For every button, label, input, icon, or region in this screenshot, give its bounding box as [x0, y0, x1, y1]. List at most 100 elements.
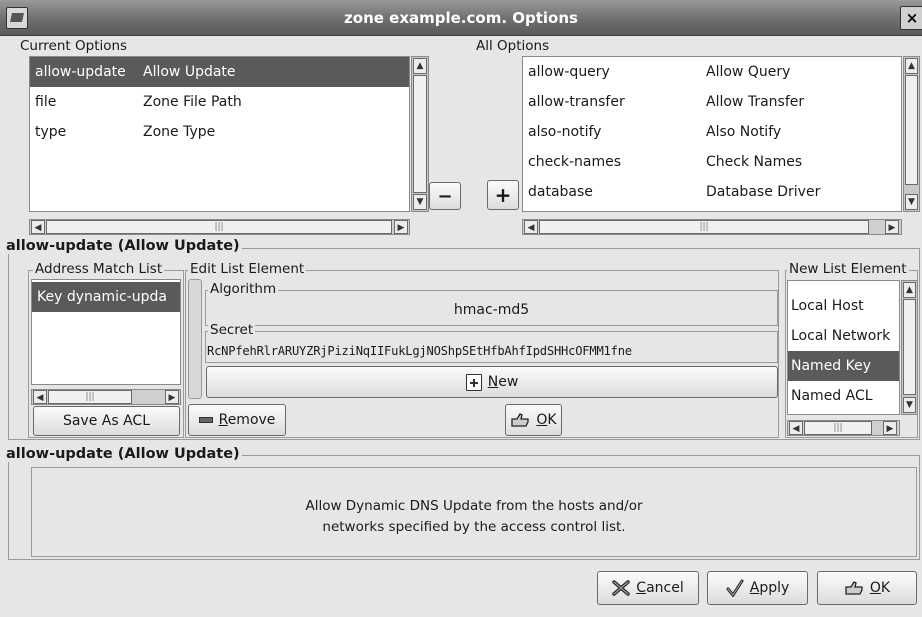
scroll-thumb[interactable]: [905, 75, 918, 185]
plus-icon: +: [494, 183, 512, 207]
list-item[interactable]: Named ACL: [788, 381, 899, 411]
address-match-label: Address Match List: [33, 261, 165, 277]
option-name: allow-update: [35, 64, 126, 80]
cancel-mnemonic: C: [636, 580, 647, 596]
new-button[interactable]: New: [206, 366, 778, 398]
list-item[interactable]: allow-query Allow Query: [523, 57, 901, 87]
option-desc: Database Driver: [706, 184, 821, 200]
option-editor-title: allow-update (Allow Update): [4, 238, 242, 254]
edit-element-separator: [188, 279, 202, 399]
all-options-hscrollbar[interactable]: ◀ ||| ▶: [522, 219, 902, 235]
new-element-vscrollbar[interactable]: ▲ ▼: [901, 280, 918, 415]
cancel-label: ancel: [646, 580, 684, 596]
remove-option-button[interactable]: −: [429, 182, 461, 210]
add-option-button[interactable]: +: [487, 180, 519, 210]
apply-button[interactable]: Apply: [707, 571, 808, 605]
all-options-list[interactable]: allow-query Allow Query allow-transfer A…: [522, 56, 902, 212]
new-element-hscrollbar[interactable]: ◀ ||| ▶: [787, 420, 900, 436]
scroll-thumb[interactable]: |||: [539, 220, 869, 234]
list-item[interactable]: Local Host: [788, 291, 899, 321]
scroll-left-icon[interactable]: ◀: [789, 421, 803, 435]
option-name: file: [35, 94, 57, 110]
scroll-thumb[interactable]: |||: [48, 390, 132, 404]
new-mnemonic: N: [487, 374, 499, 390]
remove-mnemonic: R: [218, 412, 228, 428]
scroll-up-icon[interactable]: ▲: [905, 58, 918, 74]
all-options-label: All Options: [476, 38, 550, 54]
option-name: also-notify: [528, 124, 602, 140]
scroll-right-icon[interactable]: ▶: [883, 421, 897, 435]
new-label: ew: [498, 374, 519, 390]
ok-button[interactable]: OK: [817, 571, 917, 605]
new-element-list[interactable]: Local Host Local Network Named Key Named…: [787, 280, 900, 415]
checkmark-icon: [726, 579, 744, 597]
ok-mnemonic: O: [869, 580, 881, 596]
list-item[interactable]: file Zone File Path: [30, 87, 409, 117]
algorithm-value: hmac-md5: [453, 302, 530, 318]
scroll-thumb[interactable]: [903, 299, 916, 395]
list-item[interactable]: type Zone Type: [30, 117, 409, 147]
list-item[interactable]: allow-transfer Allow Transfer: [523, 87, 901, 117]
scroll-up-icon[interactable]: ▲: [903, 282, 916, 298]
scroll-right-icon[interactable]: ▶: [885, 220, 899, 234]
scroll-thumb[interactable]: [413, 75, 427, 193]
address-match-hscrollbar[interactable]: ◀ ||| ▶: [31, 389, 181, 405]
apply-mnemonic: A: [749, 580, 760, 596]
all-options-vscrollbar[interactable]: ▲ ▼: [903, 56, 920, 212]
description-line-2: networks specified by the access control…: [322, 519, 626, 535]
edit-element-label: Edit List Element: [188, 261, 307, 277]
option-desc: Allow Update: [143, 64, 236, 80]
list-item[interactable]: Named Key: [788, 351, 899, 381]
scroll-left-icon[interactable]: ◀: [33, 390, 47, 404]
scroll-thumb[interactable]: |||: [46, 220, 392, 234]
option-name: allow-query: [528, 64, 610, 80]
scroll-left-icon[interactable]: ◀: [524, 220, 538, 234]
remove-label: emove: [227, 412, 276, 428]
option-desc: Zone File Path: [143, 94, 242, 110]
ok-label: K: [547, 412, 557, 428]
current-options-hscrollbar[interactable]: ◀ ||| ▶: [29, 219, 410, 235]
option-name: type: [35, 124, 67, 140]
list-item[interactable]: Local Network: [788, 321, 899, 351]
scroll-thumb[interactable]: |||: [804, 421, 872, 435]
current-options-label: Current Options: [20, 38, 128, 54]
option-desc: Also Notify: [706, 124, 782, 140]
option-desc: Zone Type: [143, 124, 216, 140]
list-item[interactable]: allow-update Allow Update: [30, 57, 409, 87]
minus-icon: [198, 417, 213, 423]
current-options-list[interactable]: allow-update Allow Update file Zone File…: [29, 56, 410, 212]
scroll-down-icon[interactable]: ▼: [413, 194, 427, 210]
close-button[interactable]: ×: [900, 6, 922, 30]
scroll-right-icon[interactable]: ▶: [394, 220, 408, 234]
list-item[interactable]: Key dynamic-upda: [32, 282, 180, 312]
scroll-left-icon[interactable]: ◀: [31, 220, 45, 234]
option-desc: Allow Transfer: [706, 94, 805, 110]
x-icon: [612, 580, 631, 596]
new-element-label: New List Element: [787, 261, 909, 277]
description-title: allow-update (Allow Update): [4, 446, 242, 462]
minus-icon: −: [437, 185, 453, 207]
option-name: check-names: [528, 154, 622, 170]
description-line-1: Allow Dynamic DNS Update from the hosts …: [305, 498, 643, 514]
address-match-list[interactable]: Key dynamic-upda: [31, 279, 181, 385]
scroll-down-icon[interactable]: ▼: [905, 194, 918, 210]
list-item[interactable]: database Database Driver: [523, 177, 901, 207]
option-name: allow-transfer: [528, 94, 625, 110]
scroll-down-icon[interactable]: ▼: [903, 397, 916, 413]
list-item[interactable]: also-notify Also Notify: [523, 117, 901, 147]
ok-mnemonic: O: [536, 412, 548, 428]
current-options-vscrollbar[interactable]: ▲ ▼: [411, 56, 429, 212]
cancel-button[interactable]: Cancel: [597, 571, 699, 605]
secret-value: RcNPfehRlrARUYZRjPiziNqIIFukLgjNOShpSEtH…: [207, 344, 632, 358]
scroll-right-icon[interactable]: ▶: [165, 390, 179, 404]
algorithm-label: Algorithm: [208, 281, 279, 297]
secret-label: Secret: [208, 322, 256, 338]
scroll-up-icon[interactable]: ▲: [413, 58, 427, 74]
save-as-acl-button[interactable]: Save As ACL: [33, 406, 180, 436]
option-desc: Allow Query: [706, 64, 791, 80]
list-item[interactable]: check-names Check Names: [523, 147, 901, 177]
remove-button[interactable]: Remove: [188, 404, 286, 436]
element-ok-button[interactable]: OK: [505, 404, 562, 436]
hand-ok-icon: [511, 413, 530, 427]
option-name: database: [528, 184, 593, 200]
